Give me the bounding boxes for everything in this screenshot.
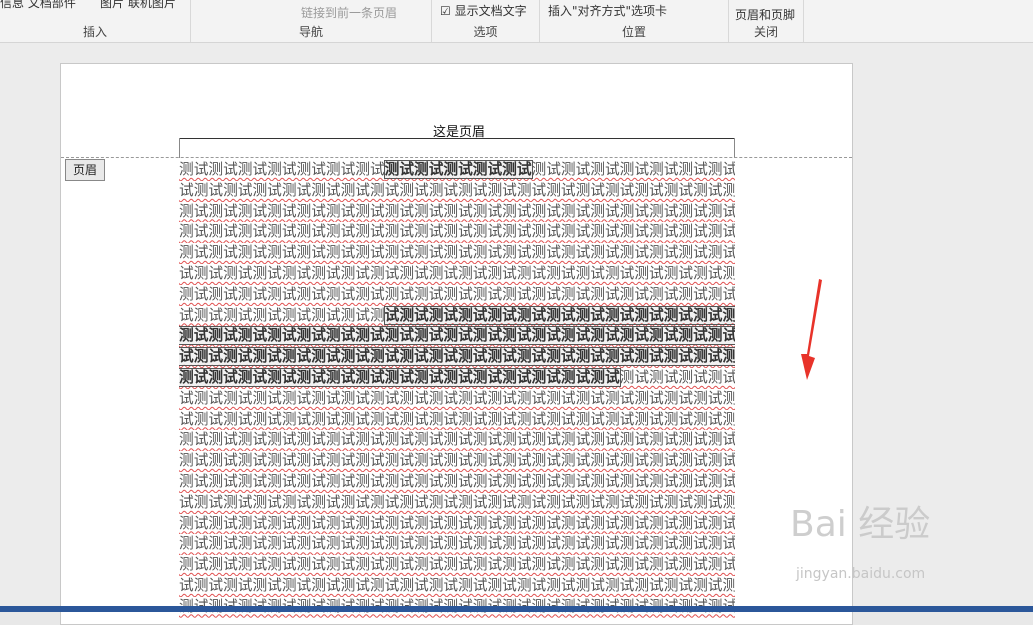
body-line: 测试测试测试测试测试测试测试测试测试测试测试测试测试测试测试测试测试测试测试测试… bbox=[179, 514, 735, 535]
body-line: 试测试测试测试测试测试测试测试测试测试测试测试测试测试测试测试测试测试测试测试测… bbox=[179, 264, 735, 285]
body-line: 测试测试测试测试测试测试测试测试测试测试测试测试测试测试测试测试测试测试测试测试… bbox=[179, 534, 735, 555]
body-line: 试测试测试测试测试测试测试测试测试测试测试测试测试测试测试测试测试测试测试测试测… bbox=[179, 410, 735, 431]
link-prev-header-button[interactable]: 链接到前一条页眉 bbox=[301, 4, 397, 21]
header-margin-left bbox=[179, 138, 180, 158]
baidu-watermark-url: jingyan.baidu.com bbox=[796, 566, 926, 582]
body-text-run: 试测试测试测试测试测试测试测试测试测试测试测试测试测试测试测试测试测试测试测试测… bbox=[179, 410, 735, 428]
body-text-run: 测试测试测试测试测试测试测试测试测试测试测试测试测试测试测试测试测试测试测试测试… bbox=[179, 535, 735, 553]
body-line: 试测试测试测试测试测试测试测试测试测试测试测试测试测试测试测试测试测试测试测试测… bbox=[179, 389, 735, 410]
show-doc-text-checkbox[interactable]: ☑ 显示文档文字 bbox=[440, 2, 527, 19]
body-line: 测试测试测试测试测试测试测试测试测试测试测试测试测试测试测试测试测试测试测试测试… bbox=[179, 160, 735, 181]
body-text-run: 测试测试测试测试测试测试测试测试测试测试测试测试测试测试测试测试测试测试测试测试… bbox=[179, 223, 735, 241]
ribbon-group-nav: 链接到前一条页眉 导航 bbox=[191, 0, 432, 42]
close-header-footer-button[interactable]: 页眉和页脚 bbox=[735, 6, 795, 23]
body-text-run: 测试测试测试测试测试测试测试测试测试测试测试测试测试 bbox=[531, 161, 735, 178]
show-doc-text-label: 显示文档文字 bbox=[454, 4, 527, 18]
ribbon-group-insert: 信息 文档部件 图片 联机图片 插入 bbox=[0, 0, 191, 42]
body-text-run: 测试测试测试测试测试测试测试测试测试测试测试测试测试测试测试测试测试测试测试测试… bbox=[179, 472, 735, 490]
body-line: 测试测试测试测试测试测试测试测试测试测试测试测试测试测试测试测试测试测试测试测试… bbox=[179, 451, 735, 472]
body-line: 测试测试测试测试测试测试测试测试测试测试测试测试测试测试测试测试测试测试测试测试… bbox=[179, 285, 735, 306]
group-label-nav: 导航 bbox=[298, 25, 323, 39]
body-line: 试测试测试测试测试测试测试测试测试测试测试测试测试测试测试测试测试测试测试测试测… bbox=[179, 576, 735, 597]
body-line: 试测试测试测试测试测试测试测试测试测试测试测试测试测试测试测试测试测试测试测试测… bbox=[179, 493, 735, 514]
body-line: 测试测试测试测试测试测试测试测试测试测试测试测试测试测试测试测试测试测试测试测试… bbox=[179, 472, 735, 493]
body-text-run: 试测试测试测试测试测试测试测试测试测试测试测试测试测试测试测试测试测试测试测试测… bbox=[179, 493, 735, 511]
baidu-watermark: Bai 经验 bbox=[790, 504, 931, 545]
body-text[interactable]: 测试测试测试测试测试测试测试测试测试测试测试测试测试测试测试测试测试测试测 试测试… bbox=[179, 160, 735, 618]
header-boundary bbox=[61, 157, 852, 158]
status-bar bbox=[0, 606, 1033, 612]
quick-parts-button[interactable]: 信息 文档部件 bbox=[0, 0, 76, 11]
body-text-run: 测试测试测试测试测试测试测试测试测试测试测试测试测试测试测试测试测试测试测试测试… bbox=[179, 202, 735, 220]
body-text-run: 测试测试测试测试测试测试测试测试测试测试测试测试测试测试测试测试测试测试测试测试… bbox=[179, 452, 735, 470]
body-line: 测试测试测试测试测试测试测试测试测试测试测试测试测试测试测试测试测试测试测试测试… bbox=[179, 430, 735, 451]
insert-align-tab-button[interactable]: 插入"对齐方式"选项卡 bbox=[548, 2, 667, 19]
body-text-run: 试测试测试测试测试测试测试测试测试测试测试测试测试测试测试测试测试测试测试测试测… bbox=[179, 264, 735, 282]
ribbon-group-options: ☑ 显示文档文字 选项 bbox=[432, 0, 540, 42]
body-text-run: 试测试测试测试测试测试测试测试测试测试测试测试测试测试测试测试测试测试测试测试测… bbox=[179, 576, 735, 594]
document-page[interactable]: 这是页眉 页眉 测试测试测试测试测试测试测试测试测试测试测试测试测试测试测试测试… bbox=[60, 63, 853, 625]
body-text-run: 测试测试测试测试测试测试测试测试测试测试测试测试测试测试测试测试测试测试测试测试… bbox=[179, 556, 735, 574]
body-line: 测试测试测试测试测试测试测试测试测试测试测试测试测试测试测试测试测试测试测试测试… bbox=[179, 222, 735, 243]
body-line: 测试测试测试测试测试测试测试测试测试测试测试测试测试测试测试测试测试测试测试测试… bbox=[179, 367, 735, 389]
body-text-run: 测试测试测试测试测试测试测试 bbox=[179, 161, 385, 178]
selected-text: 测试测试测试测试测试 bbox=[383, 160, 533, 179]
body-text-run: 试测试测试测试测试测试测试测试测试测试测试测试测试测试测试测试测试测试测试测试测… bbox=[179, 389, 735, 407]
header-underline bbox=[179, 138, 735, 139]
ribbon-group-close: 页眉和页脚 关闭 bbox=[729, 0, 804, 42]
body-line: 试测试测试测试测试测试测试测试测试测试测试测试测试测试测试测试测试测试测试测试测… bbox=[179, 305, 735, 327]
body-text-run: 测试测试测试测试测试测试测试测试测试测试测试测试测试测试测试测试测试测试测试测试… bbox=[179, 514, 735, 532]
header-tag: 页眉 bbox=[65, 159, 105, 181]
ribbon: 信息 文档部件 图片 联机图片 插入 链接到前一条页眉 导航 ☑ 显示文档文字 … bbox=[0, 0, 1033, 43]
selected-text: 测试测试测试测试测试测试测试测试测试测试测试测试测试测试测试测试测试测试测试测试… bbox=[179, 326, 735, 346]
selected-text: 测试测试测试测试测试测试测试测试测试测试测试测试测试测试测试 bbox=[179, 367, 621, 387]
group-label-insert: 插入 bbox=[82, 25, 107, 39]
group-label-position: 位置 bbox=[621, 25, 646, 39]
body-line: 测试测试测试测试测试测试测试测试测试测试测试测试测试测试测试测试测试测试测试测试… bbox=[179, 243, 735, 264]
body-line: 测试测试测试测试测试测试测试测试测试测试测试测试测试测试测试测试测试测试测试测试… bbox=[179, 326, 735, 347]
body-line: 试测试测试测试测试测试测试测试测试测试测试测试测试测试测试测试测试测试测试测试测… bbox=[179, 347, 735, 368]
group-label-close: 关闭 bbox=[753, 25, 778, 39]
selected-text: 试测试测试测试测试测试测试测试测试测试测试测试测试测试测试测试测试测试测试测试测… bbox=[179, 347, 735, 367]
group-label-options: 选项 bbox=[473, 25, 498, 39]
header-margin-right bbox=[734, 138, 735, 158]
body-line: 测试测试测试测试测试测试测试测试测试测试测试测试测试测试测试测试测试测试测试测试… bbox=[179, 555, 735, 576]
ribbon-group-position: 插入"对齐方式"选项卡 位置 bbox=[540, 0, 729, 42]
body-text-run: 测试测试测试测试测试测试测试测试测试测试测试测试测试测试测试测试测试测试测试测试… bbox=[179, 431, 735, 449]
red-arrow-annotation bbox=[801, 279, 822, 380]
body-text-run: 测试测试测试测试测试测试测试测试测试测试 bbox=[619, 368, 735, 386]
body-text-run: 测试测试测试测试测试测试测试测试测试测试测试测试测试测试测试测试测试测试测试测试… bbox=[179, 244, 735, 262]
body-text-run: 试测试测试测试测试测试测试测 bbox=[179, 306, 385, 324]
body-text-run: 测试测试测试测试测试测试测试测试测试测试测试测试测试测试测试测试测试测试测试测试… bbox=[179, 285, 735, 303]
body-text-run: 试测试测试测试测试测试测试测试测试测试测试测试测试测试测试测试测试测试测试测试测… bbox=[179, 181, 735, 199]
selected-text: 试测试测试测试测试测试测试测试测试测试测试测试测试测试测试测试测试 bbox=[383, 305, 735, 325]
body-line: 测试测试测试测试测试测试测试测试测试测试测试测试测试测试测试测试测试测试测试测试… bbox=[179, 202, 735, 223]
body-line: 试测试测试测试测试测试测试测试测试测试测试测试测试测试测试测试测试测试测试测试测… bbox=[179, 181, 735, 202]
pictures-button[interactable]: 图片 联机图片 bbox=[100, 0, 176, 11]
